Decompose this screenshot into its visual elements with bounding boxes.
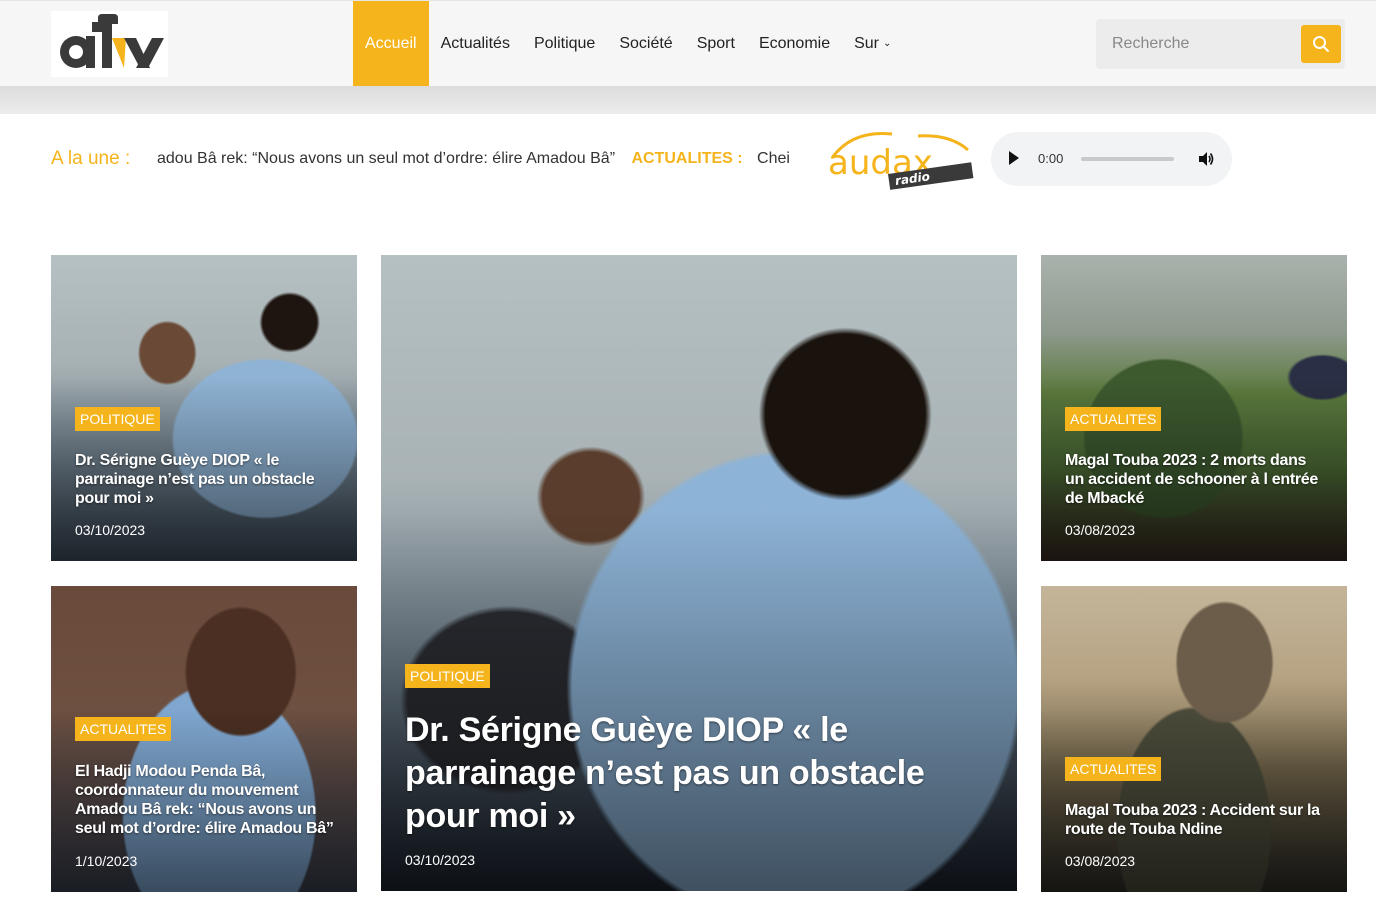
article-card[interactable]: ACTUALITES Magal Touba 2023 : 2 morts da… [1041, 255, 1347, 561]
article-title[interactable]: Dr. Sérigne Guèye DIOP « le parrainage n… [405, 709, 965, 838]
ticker-item-category: ACTUALITES : [631, 150, 743, 167]
category-badge[interactable]: ACTUALITES [75, 717, 172, 741]
volume-icon[interactable] [1197, 150, 1215, 168]
ticker-label: A la une : [51, 148, 131, 169]
breaking-news-ticker[interactable]: adou Bâ rek: “Nous avons un seul mot d’o… [157, 150, 791, 172]
article-title[interactable]: El Hadji Modou Penda Bâ, coordonnateur d… [75, 762, 335, 838]
article-title[interactable]: Magal Touba 2023 : 2 morts dans un accid… [1065, 451, 1325, 508]
featured-article-card[interactable]: POLITIQUE Dr. Sérigne Guèye DIOP « le pa… [381, 255, 1017, 891]
article-card[interactable]: ACTUALITES El Hadji Modou Penda Bâ, coor… [51, 586, 357, 892]
article-date: 1/10/2023 [75, 853, 138, 869]
article-title[interactable]: Magal Touba 2023 : Accident sur la route… [1065, 801, 1325, 839]
header-shadow-band [0, 86, 1376, 114]
article-title[interactable]: Dr. Sérigne Guèye DIOP « le parrainage n… [75, 451, 335, 508]
article-date: 03/10/2023 [405, 852, 476, 868]
ticker-item-text[interactable]: adou Bâ rek: “Nous avons un seul mot d’o… [157, 150, 615, 167]
search-icon [1313, 36, 1329, 52]
category-badge[interactable]: ACTUALITES [1065, 407, 1162, 431]
search-box [1096, 19, 1345, 69]
nav-item-accueil[interactable]: Accueil [353, 1, 429, 86]
site-logo[interactable] [51, 11, 168, 77]
nav-item-sport[interactable]: Sport [685, 1, 747, 86]
audax-radio-logo[interactable]: audax radio [822, 128, 974, 196]
site-header: Accueil Actualités Politique Société Spo… [0, 0, 1376, 86]
search-input[interactable] [1096, 19, 1296, 69]
search-button[interactable] [1301, 25, 1341, 63]
audio-time: 0:00 [1038, 151, 1064, 166]
article-date: 03/08/2023 [1065, 853, 1136, 869]
nav-item-societe[interactable]: Société [607, 1, 684, 86]
audio-progress-slider[interactable] [1081, 157, 1174, 161]
article-date: 03/10/2023 [75, 522, 146, 538]
category-badge[interactable]: POLITIQUE [405, 664, 490, 688]
nav-item-economie[interactable]: Economie [747, 1, 842, 86]
main-nav: Accueil Actualités Politique Société Spo… [353, 1, 903, 86]
category-badge[interactable]: POLITIQUE [75, 407, 160, 431]
nav-item-actualites[interactable]: Actualités [429, 1, 522, 86]
article-date: 03/08/2023 [1065, 522, 1136, 538]
article-card[interactable]: ACTUALITES Magal Touba 2023 : Accident s… [1041, 586, 1347, 892]
play-icon[interactable] [1009, 151, 1019, 165]
chevron-down-icon: ⌄ [883, 38, 892, 49]
audio-player: 0:00 [991, 132, 1232, 186]
article-card[interactable]: POLITIQUE Dr. Sérigne Guèye DIOP « le pa… [51, 255, 357, 561]
nav-item-sur-label: Sur [854, 34, 880, 52]
nav-item-sur[interactable]: Sur ⌄ [842, 1, 903, 86]
category-badge[interactable]: ACTUALITES [1065, 757, 1162, 781]
nav-item-politique[interactable]: Politique [522, 1, 607, 86]
ticker-item-text[interactable]: Cheikh Bamba... [757, 150, 791, 167]
